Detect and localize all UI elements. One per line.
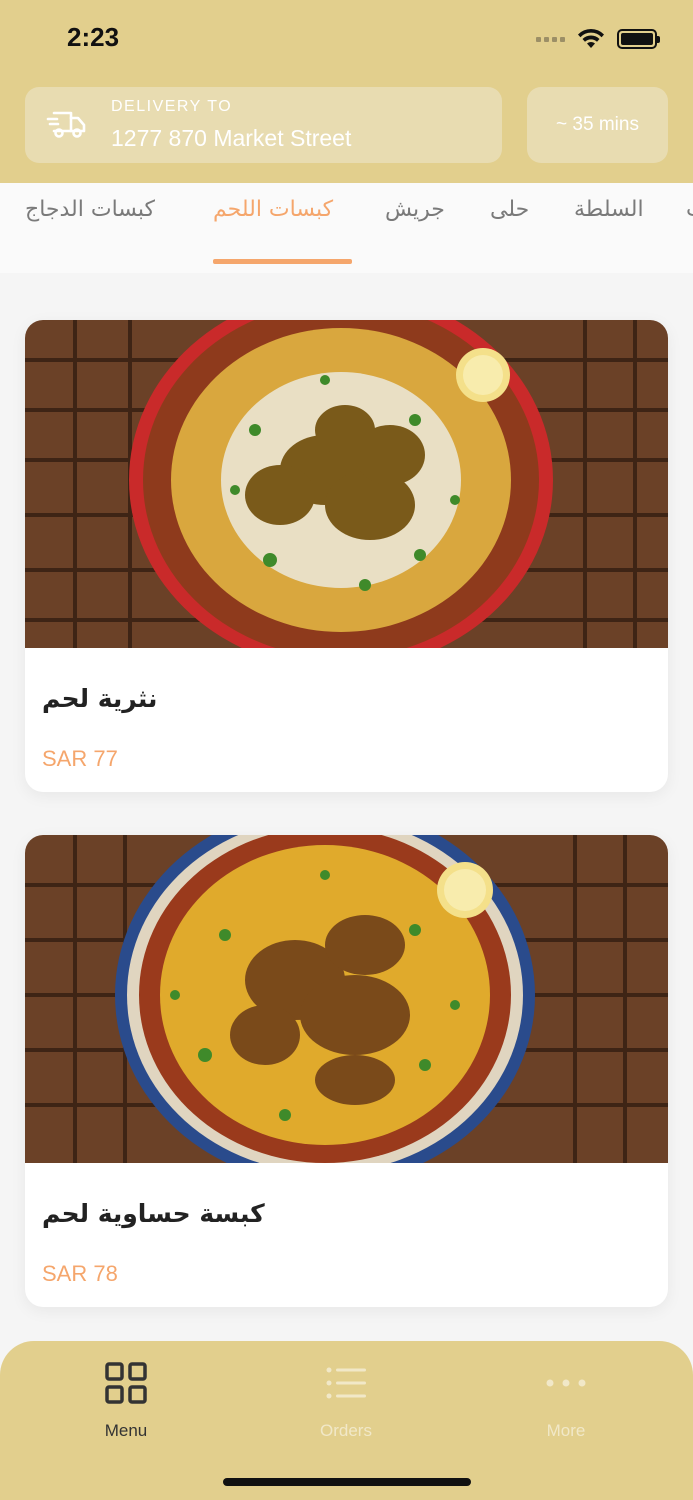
category-tab-desserts[interactable]: حلى <box>490 197 529 222</box>
category-tab-chicken-kabsa[interactable]: كبسات الدجاج <box>25 197 155 222</box>
tab-more[interactable]: More <box>506 1361 626 1441</box>
status-time: 2:23 <box>67 22 120 52</box>
menu-item-image <box>25 320 668 648</box>
delivery-label: DELIVERY TO <box>111 98 233 115</box>
menu-item-image <box>25 835 668 1163</box>
eta-badge[interactable]: ~ 35 mins <box>527 87 668 163</box>
wifi-icon <box>578 28 604 48</box>
menu-item-card[interactable]: كبسة حساوية لحم SAR 78 <box>25 835 668 1307</box>
menu-item-name: نثرية لحم <box>42 684 158 713</box>
tab-label-menu: Menu <box>104 1421 148 1440</box>
tab-orders[interactable]: Orders <box>286 1361 406 1441</box>
category-tab-meat-kabsa[interactable]: كبسات اللحم <box>213 197 333 222</box>
more-dots-icon <box>546 1379 586 1387</box>
bottom-tab-bar: Menu Orders More <box>0 1341 693 1500</box>
tab-label-more: More <box>546 1421 586 1440</box>
grid-icon <box>105 1362 147 1404</box>
tab-menu[interactable]: Menu <box>66 1361 186 1441</box>
category-tab-jareesh[interactable]: جريش <box>385 197 445 222</box>
delivery-address: 1277 870 Market Street <box>111 125 352 151</box>
status-icons <box>536 24 660 54</box>
header: 2:23 DELIVERY TO 1277 870 Market Street <box>0 0 693 183</box>
menu-item-price: SAR 78 <box>42 1261 118 1286</box>
category-tab-salad[interactable]: السلطة <box>574 197 644 222</box>
active-category-indicator <box>213 259 352 264</box>
eta-text: ~ 35 mins <box>556 114 639 135</box>
delivery-address-selector[interactable]: DELIVERY TO 1277 870 Market Street <box>25 87 502 163</box>
truck-icon <box>46 111 86 138</box>
cellular-signal-icon <box>536 36 565 42</box>
list-icon <box>326 1367 366 1399</box>
menu-item-name: كبسة حساوية لحم <box>42 1199 265 1228</box>
menu-item-card[interactable]: نثرية لحم SAR 77 <box>25 320 668 792</box>
menu-item-price: SAR 77 <box>42 746 118 771</box>
battery-icon <box>617 29 660 49</box>
category-tab-overflow[interactable]: ب <box>686 197 693 222</box>
home-indicator[interactable] <box>223 1478 471 1486</box>
tab-label-orders: Orders <box>320 1421 372 1440</box>
